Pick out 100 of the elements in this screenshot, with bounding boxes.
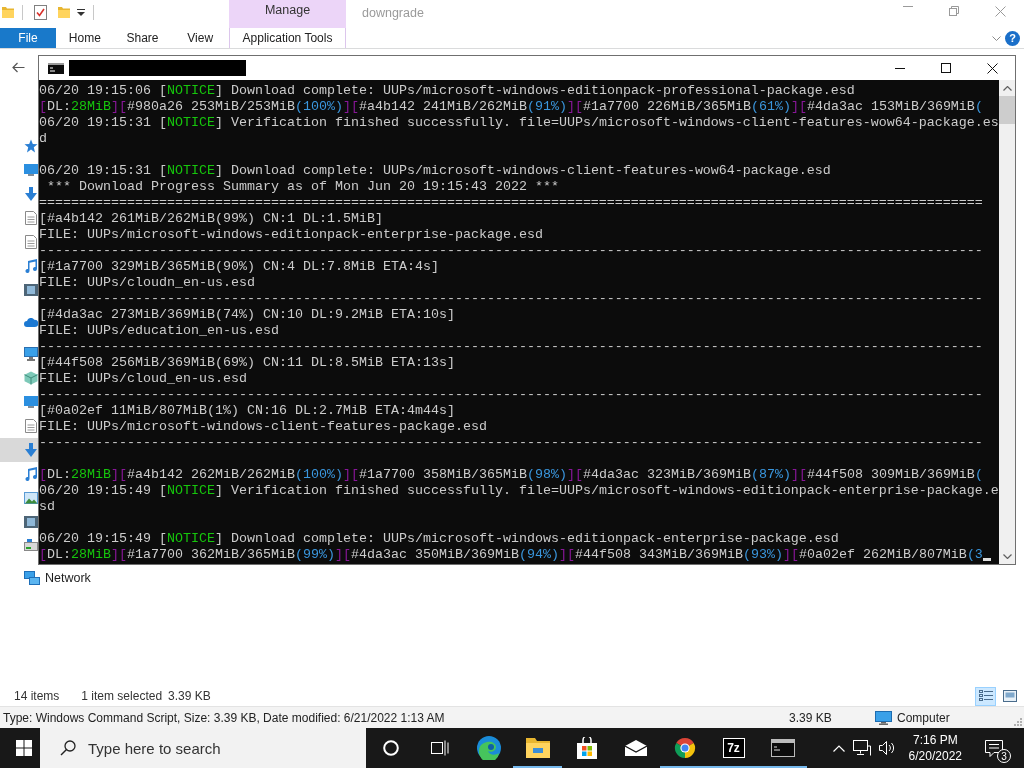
nav-label[interactable]: Network — [45, 571, 91, 585]
console-line: [#44f508 256MiB/369MiB(69%) CN:11 DL:8.5MiB ETA:13s] — [39, 355, 455, 370]
ribbon-tab[interactable]: Share — [113, 28, 172, 48]
selection-count: 1 item selected — [81, 689, 163, 703]
logo-tile: 7z — [722, 738, 745, 758]
download-arrow-icon[interactable] — [24, 187, 38, 201]
console-line: ---------------------------------------------------------------------------------------------------------------------- — [39, 387, 983, 402]
console-line: [#0a02ef 11MiB/807MiB(1%) CN:16 DL:2.7MiB ETA:4m44s] — [39, 403, 455, 418]
console-line: ---------------------------------------------------------------------------------------------------------------------- — [39, 339, 983, 354]
help-button[interactable]: ? — [1005, 30, 1020, 46]
scroll-down-icon[interactable] — [1002, 554, 1012, 559]
star-icon[interactable] — [24, 139, 38, 153]
drive-icon[interactable] — [24, 539, 38, 553]
console-line: FILE: UUPs/education_en-us.esd — [39, 323, 279, 338]
document-icon[interactable] — [24, 419, 38, 433]
desktop-icon[interactable] — [24, 395, 38, 409]
console-line: ---------------------------------------------------------------------------------------------------------------------- — [39, 435, 983, 450]
download-arrow-icon[interactable] — [24, 443, 38, 457]
console-line: 06/20 19:15:06 [NOTICE] Download complete: UUPs/microsoft-windows-editionpack-professional-package.esd — [39, 83, 855, 98]
restore-icon — [949, 6, 959, 16]
console-line: ====================================================================================================================== — [39, 195, 983, 210]
console-line: [DL:28MiB][#1a7700 362MiB/365MiB(99%)][#4da3ac 350MiB/369MiB(94%)][#44f508 343MiB/369MiB(93%)][#0a02ef 262MiB/807MiB(3 — [39, 547, 983, 562]
envelope-icon — [624, 740, 647, 756]
speaker-icon[interactable] — [878, 740, 897, 756]
contextual-tab-header: Manage — [229, 0, 346, 28]
music-note-icon[interactable] — [24, 467, 38, 481]
file-details: Type: Windows Command Script, Size: 3.39 KB, Date modified: 6/21/2022 1:13 AM — [2, 710, 446, 725]
ribbon-tab[interactable]: Application Tools — [229, 28, 346, 48]
console-line: [#1a7700 329MiB/365MiB(90%) CN:4 DL:7.8MiB ETA:4s] — [39, 259, 439, 274]
monitor-icon[interactable] — [24, 347, 38, 361]
chevron-up-icon[interactable] — [832, 744, 845, 752]
console-line: ---------------------------------------------------------------------------------------------------------------------- — [39, 243, 983, 258]
notification-badge: 3 — [997, 749, 1011, 763]
console-line: 06/20 19:15:49 [NOTICE] Verification finished successfully. file=UUPs/microsoft-windows-editionpack-enterprise-package.e — [39, 483, 999, 498]
taskbar-button[interactable]: 7z — [709, 728, 758, 768]
ribbon-tab[interactable]: Home — [56, 28, 114, 48]
file-size: 3.39 KB — [788, 710, 833, 725]
window-title: downgrade — [362, 5, 424, 22]
location-label: Computer — [897, 710, 950, 725]
console-line: FILE: UUPs/microsoft-windows-client-features-package.esd — [39, 419, 487, 434]
console-line: [#4da3ac 273MiB/369MiB(74%) CN:10 DL:9.2MiB ETA:10s] — [39, 307, 455, 322]
terminal-icon — [48, 62, 64, 74]
close-icon — [994, 6, 1006, 17]
large-icons-icon — [1002, 690, 1017, 702]
details-list-icon — [978, 690, 993, 702]
search-icon — [60, 740, 76, 756]
dropdown-icon[interactable] — [77, 8, 85, 16]
console-line: 06/20 19:15:31 [NOTICE] Verification finished successfully. file=UUPs/microsoft-windows-client-features-wow64-package.es — [39, 115, 999, 130]
swirl-icon — [476, 736, 501, 760]
clock-time[interactable]: 7:16 PM — [912, 732, 958, 748]
back-arrow-icon[interactable] — [12, 62, 25, 73]
speech-bubble-icon — [985, 739, 1003, 757]
view-button[interactable] — [975, 686, 996, 706]
desktop-icon[interactable] — [24, 163, 38, 177]
film-icon[interactable] — [24, 515, 38, 529]
console-line: *** Download Progress Summary as of Mon Jun 20 19:15:43 2022 *** — [46, 179, 559, 194]
shopping-bag-icon — [576, 737, 597, 759]
ribbon-tab[interactable]: File — [0, 28, 56, 48]
windows-logo-icon — [16, 740, 32, 756]
console-line: [DL:28MiB][#980a26 253MiB/253MiB(100%)][#a4b142 241MiB/262MiB(91%)][#1a7700 226MiB/365MiB(61%)][#4da3ac 153MiB/369MiB( — [39, 99, 983, 114]
document-icon[interactable] — [24, 211, 38, 225]
task-view-icon — [430, 740, 449, 756]
minimize-icon — [903, 6, 913, 7]
notification-button[interactable]: 3 — [972, 728, 1016, 768]
maximize-icon — [941, 63, 951, 73]
checklist-icon[interactable] — [34, 4, 47, 20]
tricolor-circle-icon — [672, 736, 697, 760]
nav-item[interactable] — [0, 438, 38, 462]
film-icon[interactable] — [24, 283, 38, 297]
console-line: sd — [39, 499, 55, 514]
scrollbar[interactable] — [999, 80, 1015, 564]
clock-date[interactable]: 6/20/2022 — [908, 748, 962, 764]
monitor-icon — [875, 710, 892, 725]
folder-icon — [525, 738, 550, 758]
chevron-down-icon[interactable] — [992, 35, 1001, 41]
console-line: [DL:28MiB][#a4b142 262MiB/262MiB(100%)][#1a7700 358MiB/365MiB(98%)][#4da3ac 323MiB/369MiB(87%)][#44f508 309MiB/369MiB( — [39, 467, 983, 482]
cloud-icon[interactable] — [24, 317, 38, 327]
search-field[interactable]: Type here to search — [40, 728, 366, 768]
ribbon-tab[interactable]: View — [171, 28, 229, 48]
document-icon[interactable] — [24, 235, 38, 249]
terminal-icon — [770, 739, 795, 757]
close-icon — [986, 62, 998, 74]
scroll-thumb[interactable] — [999, 96, 1015, 124]
cube-icon[interactable] — [24, 371, 38, 385]
picture-icon[interactable] — [24, 491, 38, 505]
console-line: 06/20 19:15:49 [NOTICE] Download complete: UUPs/microsoft-windows-editionpack-enterprise-package.esd — [39, 531, 839, 546]
console-line: FILE: UUPs/cloud_en-us.esd — [39, 371, 247, 386]
scroll-up-icon[interactable] — [1002, 86, 1012, 91]
console-line: [#a4b142 261MiB/262MiB(99%) CN:1 DL:1.5MiB] — [39, 211, 383, 226]
network-icon[interactable] — [852, 740, 871, 756]
music-note-icon[interactable] — [24, 259, 38, 273]
resize-grip-icon[interactable] — [1014, 718, 1022, 726]
console-line: FILE: UUPs/microsoft-windows-editionpack-enterprise-package.esd — [39, 227, 543, 242]
console-line: d — [39, 131, 47, 146]
console-line: 06/20 19:15:31 [NOTICE] Download complete: UUPs/microsoft-windows-client-features-wow64-package.esd — [39, 163, 831, 178]
minimize-icon — [895, 67, 905, 69]
selection-size: 3.39 KB — [168, 689, 211, 703]
circle-icon — [382, 740, 399, 756]
console-line: ---------------------------------------------------------------------------------------------------------------------- — [39, 291, 983, 306]
console-line: FILE: UUPs/cloudn_en-us.esd — [39, 275, 255, 290]
